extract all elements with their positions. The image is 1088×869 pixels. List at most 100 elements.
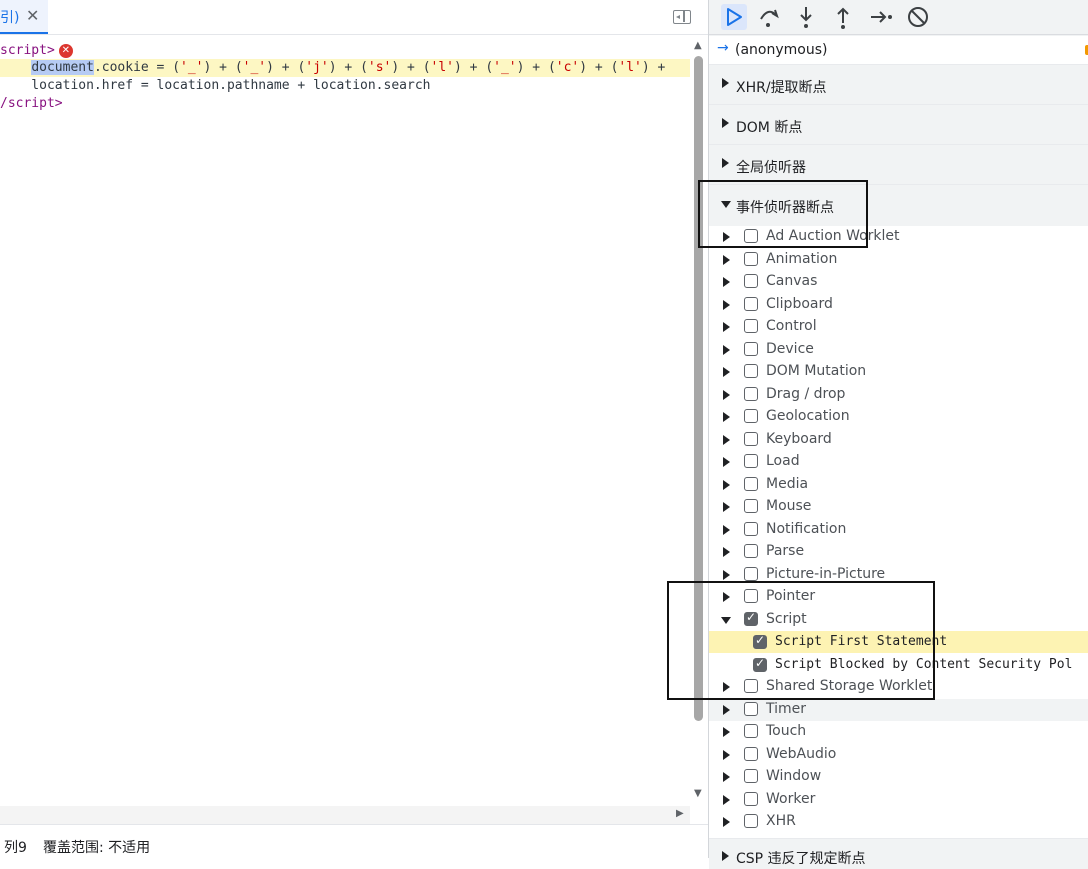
event-category-checkbox[interactable]: [744, 610, 758, 626]
step-icon[interactable]: [868, 4, 894, 30]
expand-caret-icon[interactable]: [723, 412, 730, 422]
event-category-keyboard[interactable]: Keyboard: [709, 429, 1088, 451]
call-frame-label[interactable]: (anonymous): [735, 42, 827, 58]
event-category-geolocation[interactable]: Geolocation: [709, 406, 1088, 428]
event-category-checkbox[interactable]: [744, 769, 758, 783]
event-category-checkbox[interactable]: [744, 499, 758, 513]
event-checkbox[interactable]: [753, 633, 767, 649]
event-category-label[interactable]: Touch: [766, 723, 806, 739]
event-category-label[interactable]: Ad Auction Worklet: [766, 228, 900, 244]
event-category-checkbox[interactable]: [744, 387, 758, 401]
event-category-notification[interactable]: Notification: [709, 519, 1088, 541]
coverage-status[interactable]: 覆盖范围: 不适用: [43, 837, 150, 857]
error-icon[interactable]: ✕: [58, 43, 73, 58]
script-blocked-csp-breakpoint[interactable]: Script Blocked by Content Security Pol: [709, 654, 1088, 676]
step-out-icon[interactable]: [830, 4, 856, 30]
horizontal-scrollbar[interactable]: ▶: [0, 806, 690, 824]
file-tab[interactable]: 引) ✕: [0, 0, 48, 34]
code-area[interactable]: script> ✕ document.cookie = ('_') + ('_')…: [0, 40, 690, 806]
event-category-checkbox[interactable]: [744, 679, 758, 693]
event-category-parse[interactable]: Parse: [709, 541, 1088, 563]
event-category-label[interactable]: Geolocation: [766, 408, 850, 424]
event-category-label[interactable]: Window: [766, 768, 821, 784]
toggle-debugger-sidebar-icon[interactable]: [673, 10, 691, 24]
event-category-xhr[interactable]: XHR: [709, 811, 1088, 833]
section-dom-breakpoints[interactable]: DOM 断点: [709, 104, 1088, 145]
event-category-device[interactable]: Device: [709, 339, 1088, 361]
collapse-caret-icon[interactable]: [721, 201, 731, 208]
event-category-checkbox[interactable]: [744, 454, 758, 468]
event-category-label[interactable]: DOM Mutation: [766, 363, 866, 379]
event-category-label[interactable]: Drag / drop: [766, 386, 845, 402]
event-category-animation[interactable]: Animation: [709, 249, 1088, 271]
expand-caret-icon[interactable]: [723, 817, 730, 827]
section-xhr-breakpoints[interactable]: XHR/提取断点: [709, 64, 1088, 105]
event-category-checkbox[interactable]: [744, 567, 758, 581]
expand-caret-icon[interactable]: [723, 682, 730, 692]
expand-caret-icon[interactable]: [723, 705, 730, 715]
collapse-caret-icon[interactable]: [721, 617, 731, 624]
event-category-checkbox[interactable]: [744, 544, 758, 558]
event-category-window[interactable]: Window: [709, 766, 1088, 788]
event-category-checkbox[interactable]: [744, 409, 758, 423]
expand-caret-icon[interactable]: [722, 118, 729, 128]
event-category-mouse[interactable]: Mouse: [709, 496, 1088, 518]
event-category-label[interactable]: WebAudio: [766, 746, 836, 762]
deactivate-breakpoints-icon[interactable]: [905, 4, 931, 30]
scroll-up-icon[interactable]: ▲: [694, 40, 702, 51]
expand-caret-icon[interactable]: [723, 750, 730, 760]
event-category-touch[interactable]: Touch: [709, 721, 1088, 743]
event-category-label[interactable]: Timer: [766, 701, 806, 717]
event-category-label[interactable]: Device: [766, 341, 814, 357]
event-category-webaudio[interactable]: WebAudio: [709, 744, 1088, 766]
expand-caret-icon[interactable]: [723, 232, 730, 242]
expand-caret-icon[interactable]: [723, 502, 730, 512]
selected-token[interactable]: document: [31, 60, 94, 75]
event-category-checkbox[interactable]: [744, 477, 758, 491]
expand-caret-icon[interactable]: [723, 322, 730, 332]
event-category-checkbox[interactable]: [744, 364, 758, 378]
event-category-dom-mutation[interactable]: DOM Mutation: [709, 361, 1088, 383]
expand-caret-icon[interactable]: [723, 367, 730, 377]
expand-caret-icon[interactable]: [723, 277, 730, 287]
event-category-checkbox[interactable]: [744, 297, 758, 311]
expand-caret-icon[interactable]: [723, 345, 730, 355]
section-csp-violation-breakpoints[interactable]: CSP 违反了规定断点: [709, 838, 1088, 869]
event-category-checkbox[interactable]: [744, 342, 758, 356]
expand-caret-icon[interactable]: [723, 547, 730, 557]
event-category-worker[interactable]: Worker: [709, 789, 1088, 811]
event-category-label[interactable]: XHR: [766, 813, 796, 829]
event-category-checkbox[interactable]: [744, 792, 758, 806]
event-category-checkbox[interactable]: [744, 589, 758, 603]
event-category-label[interactable]: Canvas: [766, 273, 817, 289]
event-category-pointer[interactable]: Pointer: [709, 586, 1088, 608]
event-category-script[interactable]: Script: [709, 609, 1088, 631]
scrollbar-thumb[interactable]: [694, 56, 703, 721]
call-frame-item[interactable]: → (anonymous): [709, 36, 1088, 64]
event-category-checkbox[interactable]: [744, 432, 758, 446]
expand-caret-icon[interactable]: [723, 570, 730, 580]
event-category-label[interactable]: Worker: [766, 791, 815, 807]
event-category-label[interactable]: Animation: [766, 251, 837, 267]
event-category-label[interactable]: Script: [766, 611, 807, 627]
event-category-label[interactable]: Control: [766, 318, 817, 334]
event-category-label[interactable]: Clipboard: [766, 296, 833, 312]
event-category-checkbox[interactable]: [744, 229, 758, 243]
close-icon[interactable]: ✕: [26, 6, 39, 25]
event-category-checkbox[interactable]: [744, 814, 758, 828]
event-category-media[interactable]: Media: [709, 474, 1088, 496]
script-first-statement-breakpoint[interactable]: Script First Statement: [709, 631, 1088, 653]
section-global-listeners[interactable]: 全局侦听器: [709, 144, 1088, 185]
event-category-checkbox[interactable]: [744, 522, 758, 536]
expand-caret-icon[interactable]: [723, 480, 730, 490]
event-checkbox[interactable]: [753, 656, 767, 672]
expand-caret-icon[interactable]: [723, 727, 730, 737]
event-category-canvas[interactable]: Canvas: [709, 271, 1088, 293]
event-category-label[interactable]: Mouse: [766, 498, 811, 514]
scroll-down-icon[interactable]: ▼: [694, 788, 702, 799]
event-category-ad-auction-worklet[interactable]: Ad Auction Worklet: [709, 226, 1088, 248]
event-category-clipboard[interactable]: Clipboard: [709, 294, 1088, 316]
expand-caret-icon[interactable]: [722, 851, 729, 861]
event-category-label[interactable]: Notification: [766, 521, 846, 537]
event-category-label[interactable]: Media: [766, 476, 808, 492]
